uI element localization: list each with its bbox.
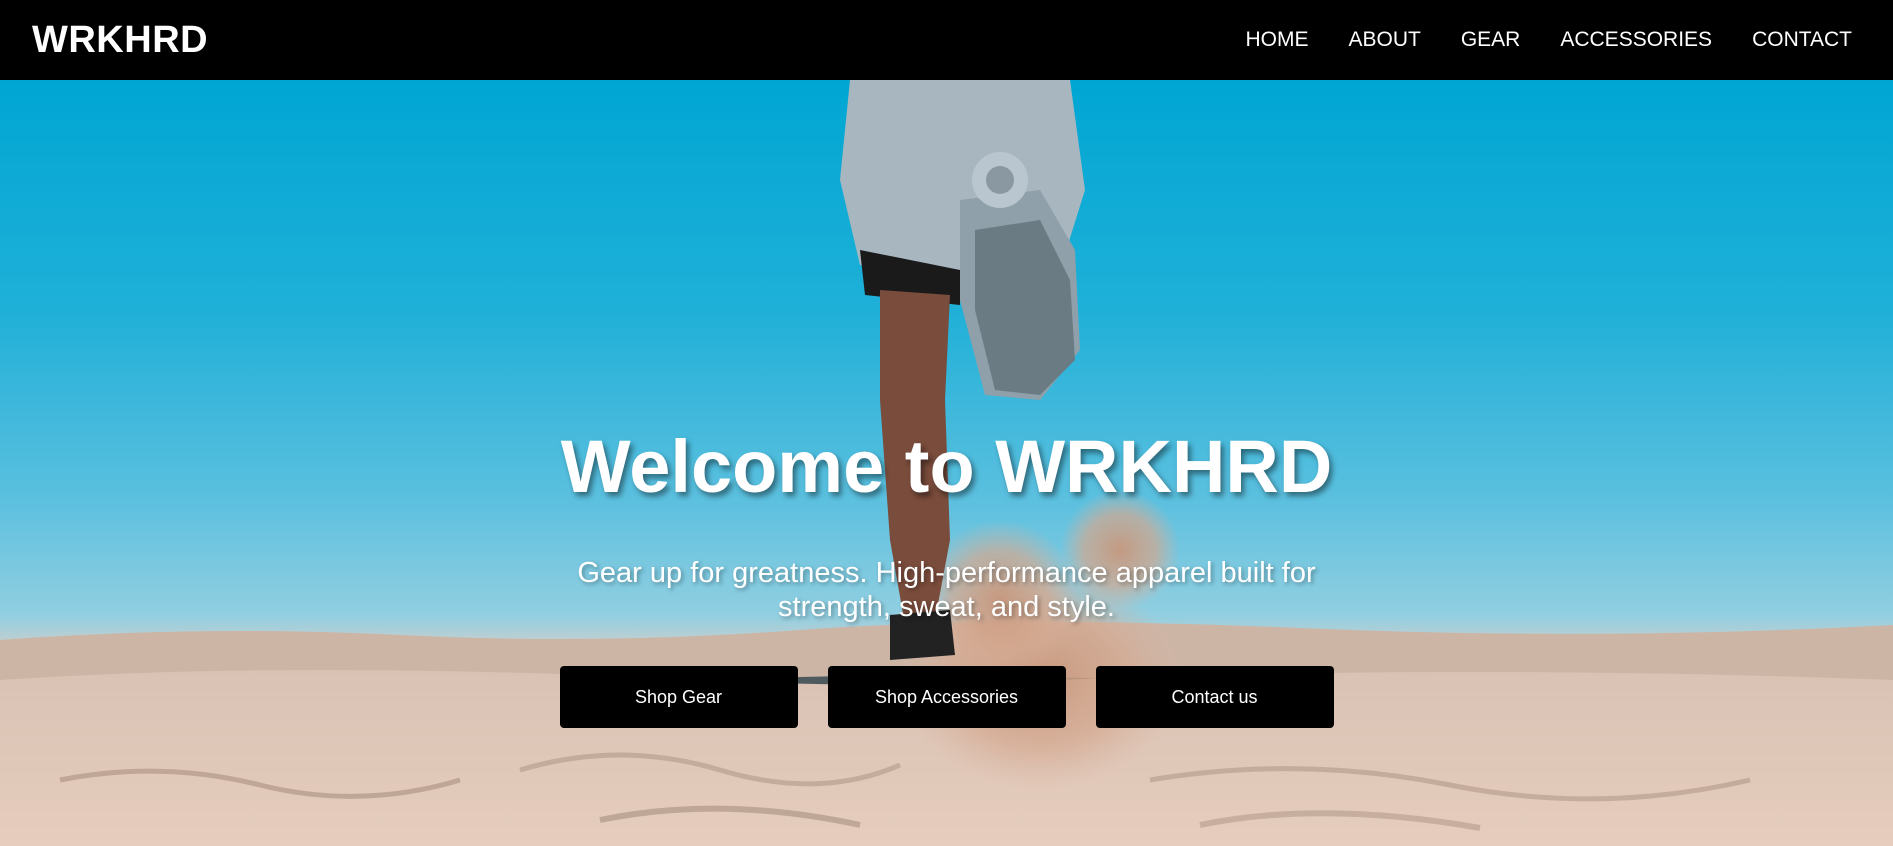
top-navbar: WRKHRD HOME ABOUT GEAR ACCESSORIES CONTA… (0, 0, 1893, 80)
nav-link-home[interactable]: HOME (1245, 28, 1308, 52)
brand-logo[interactable]: WRKHRD (32, 19, 208, 62)
main-nav: HOME ABOUT GEAR ACCESSORIES CONTACT (1245, 28, 1852, 52)
hero-title: Welcome to WRKHRD (560, 425, 1333, 508)
shop-gear-button[interactable]: Shop Gear (559, 666, 798, 728)
nav-link-gear[interactable]: GEAR (1461, 28, 1521, 52)
hero-content: Welcome to WRKHRD Gear up for greatness.… (0, 80, 1893, 846)
nav-link-accessories[interactable]: ACCESSORIES (1560, 28, 1712, 52)
nav-link-contact[interactable]: CONTACT (1752, 28, 1852, 52)
nav-link-about[interactable]: ABOUT (1348, 28, 1420, 52)
hero-section: Welcome to WRKHRD Gear up for greatness.… (0, 80, 1893, 846)
contact-us-button[interactable]: Contact us (1095, 666, 1334, 728)
shop-accessories-button[interactable]: Shop Accessories (827, 666, 1066, 728)
hero-subtitle: Gear up for greatness. High-performance … (577, 557, 1316, 623)
cta-button-group: Shop Gear Shop Accessories Contact us (0, 666, 1893, 728)
